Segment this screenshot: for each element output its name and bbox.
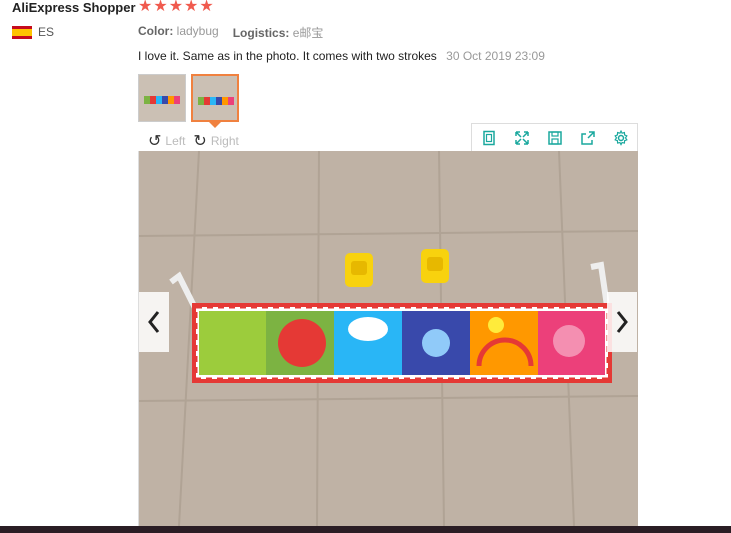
logistics-label: Logistics: bbox=[232, 26, 290, 40]
share-icon bbox=[580, 131, 595, 145]
share-button[interactable] bbox=[576, 126, 600, 150]
rotate-left-label: Left bbox=[165, 134, 186, 148]
star-icon: ★ bbox=[184, 0, 199, 15]
settings-button[interactable] bbox=[609, 126, 633, 150]
rotate-left-button[interactable]: ↺ Left bbox=[148, 131, 185, 151]
star-icon: ★ bbox=[168, 0, 184, 15]
rotate-right-icon: ↻ bbox=[193, 133, 207, 150]
thumbnail-image bbox=[198, 97, 234, 105]
yellow-clip bbox=[421, 249, 449, 283]
toy-strip bbox=[192, 303, 612, 383]
rotate-controls: ↺ Left ↻ Right bbox=[148, 131, 239, 151]
logistics-info: Logistics: e邮宝 bbox=[233, 24, 324, 41]
spain-flag-icon bbox=[12, 25, 32, 39]
previous-image-button[interactable] bbox=[139, 292, 169, 352]
review-meta: Color: ladybug Logistics: e邮宝 bbox=[138, 24, 323, 41]
review-text: I love it. Same as in the photo. It come… bbox=[138, 49, 545, 63]
gear-icon bbox=[613, 130, 628, 146]
save-icon bbox=[547, 131, 562, 145]
star-icon: ★ bbox=[153, 0, 168, 15]
rotate-left-icon: ↺ bbox=[148, 133, 162, 150]
chevron-left-icon bbox=[148, 311, 160, 333]
rating-stars: ★ ★ ★ ★ ★ bbox=[138, 0, 214, 16]
next-image-button[interactable] bbox=[607, 292, 637, 352]
review-photo bbox=[139, 151, 638, 526]
star-icon: ★ bbox=[199, 0, 214, 15]
chevron-right-icon bbox=[616, 311, 628, 333]
color-info: Color: ladybug bbox=[138, 24, 219, 41]
review-thumbnail-selected[interactable] bbox=[191, 74, 239, 122]
page-bottom-edge bbox=[0, 526, 731, 533]
expand-icon bbox=[514, 131, 529, 145]
thumbnail-image bbox=[144, 96, 180, 104]
review-image-viewer bbox=[138, 151, 638, 526]
review-date: 30 Oct 2019 23:09 bbox=[446, 49, 545, 63]
rotate-right-label: Right bbox=[210, 134, 239, 148]
country-code: ES bbox=[38, 25, 55, 39]
original-size-icon bbox=[482, 130, 495, 146]
review-body: I love it. Same as in the photo. It come… bbox=[138, 49, 437, 63]
review-thumbnail[interactable] bbox=[138, 74, 186, 122]
image-toolbar bbox=[471, 123, 638, 153]
rotate-right-button[interactable]: ↻ Right bbox=[193, 131, 238, 151]
reviewer-country: ES bbox=[12, 25, 54, 39]
color-label: Color: bbox=[138, 24, 174, 38]
thumbnail-caret-icon bbox=[209, 122, 221, 128]
original-size-button[interactable] bbox=[477, 126, 501, 150]
color-value: ladybug bbox=[176, 24, 219, 38]
logistics-value: e邮宝 bbox=[292, 26, 324, 40]
star-icon: ★ bbox=[138, 0, 153, 15]
yellow-clip bbox=[345, 253, 373, 287]
fullscreen-button[interactable] bbox=[510, 126, 534, 150]
review-thumbnails bbox=[138, 74, 239, 122]
reviewer-name: AliExpress Shopper bbox=[12, 0, 136, 15]
save-image-button[interactable] bbox=[543, 126, 567, 150]
